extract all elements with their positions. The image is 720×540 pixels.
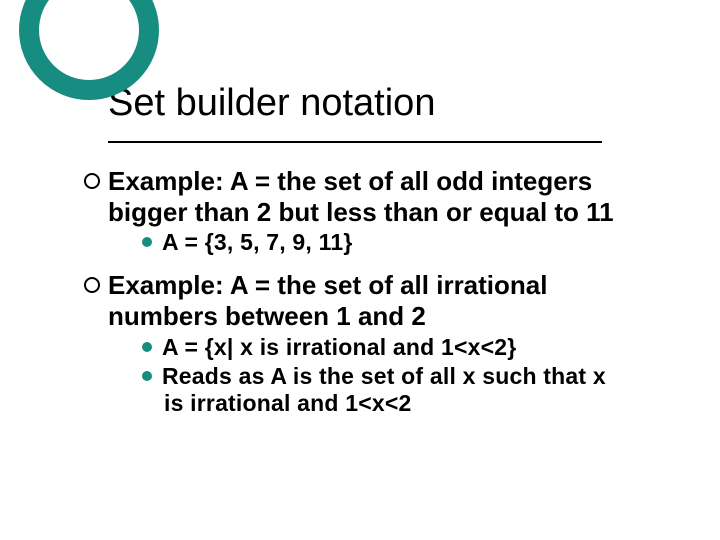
bullet-text: Example: A = the set of all irrational n… bbox=[108, 270, 547, 331]
circle-bullet-icon bbox=[84, 277, 100, 293]
bullet-level2: Reads as A is the set of all x such that… bbox=[164, 363, 616, 417]
dot-bullet-icon bbox=[142, 371, 152, 381]
bullet-text: A = {3, 5, 7, 9, 11} bbox=[162, 229, 352, 255]
bullet-text: Example: A = the set of all odd integers… bbox=[108, 166, 614, 227]
dot-bullet-icon bbox=[142, 342, 152, 352]
bullet-text: Reads as A is the set of all x such that… bbox=[162, 363, 606, 416]
bullet-level2: A = {3, 5, 7, 9, 11} bbox=[164, 229, 616, 256]
bullet-level1: Example: A = the set of all irrational n… bbox=[108, 270, 616, 331]
slide-body: Example: A = the set of all odd integers… bbox=[108, 166, 616, 431]
circle-bullet-icon bbox=[84, 173, 100, 189]
title-underline bbox=[108, 141, 602, 143]
dot-bullet-icon bbox=[142, 237, 152, 247]
slide-title: Set builder notation bbox=[108, 82, 720, 125]
bullet-level1: Example: A = the set of all odd integers… bbox=[108, 166, 616, 227]
bullet-text: A = {x| x is irrational and 1<x<2} bbox=[162, 334, 516, 360]
bullet-level2: A = {x| x is irrational and 1<x<2} bbox=[164, 334, 616, 361]
